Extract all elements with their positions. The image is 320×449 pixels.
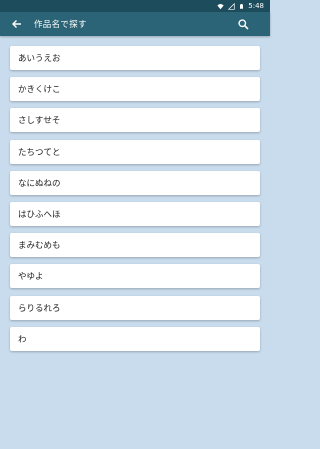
kana-row-list: あいうえお かきくけこ さしすせそ たちつてと なにぬねの はひふへほ まみむめ… [10,46,260,358]
kana-row-ra[interactable]: らりるれろ [10,295,260,320]
list-item-label: やゆよ [18,272,44,283]
back-button[interactable] [6,12,28,36]
kana-row-sa[interactable]: さしすせそ [10,108,260,133]
list-item-label: たちつてと [18,147,61,158]
list-item-label: さしすせそ [18,116,61,127]
kana-row-wa[interactable]: わ [10,326,260,351]
kana-row-a[interactable]: あいうえお [10,46,260,70]
wifi-icon [217,3,224,9]
list-item-label: らりるれろ [18,303,61,314]
kana-row-ya[interactable]: やゆよ [10,264,260,289]
status-bar: 5:48 [0,0,270,12]
kana-row-ha[interactable]: はひふへほ [10,201,260,226]
list-item-label: あいうえお [18,54,61,64]
arrow-left-icon [12,20,21,28]
search-button[interactable] [232,12,254,36]
list-item-label: まみむめも [18,241,61,252]
kana-row-ma[interactable]: まみむめも [10,233,260,258]
search-icon [237,18,249,30]
list-item-label: なにぬねの [18,178,61,189]
battery-icon [240,3,244,9]
list-item-label: かきくけこ [18,85,61,96]
signal-icon [228,2,235,10]
status-time: 5:48 [248,2,264,10]
kana-row-ka[interactable]: かきくけこ [10,77,260,102]
toolbar: 作品名で探す [0,12,270,36]
kana-row-ta[interactable]: たちつてと [10,139,260,164]
list-item-label: はひふへほ [18,209,61,220]
page-title: 作品名で探す [34,20,87,30]
kana-row-na[interactable]: なにぬねの [10,170,260,195]
list-item-label: わ [18,334,27,345]
